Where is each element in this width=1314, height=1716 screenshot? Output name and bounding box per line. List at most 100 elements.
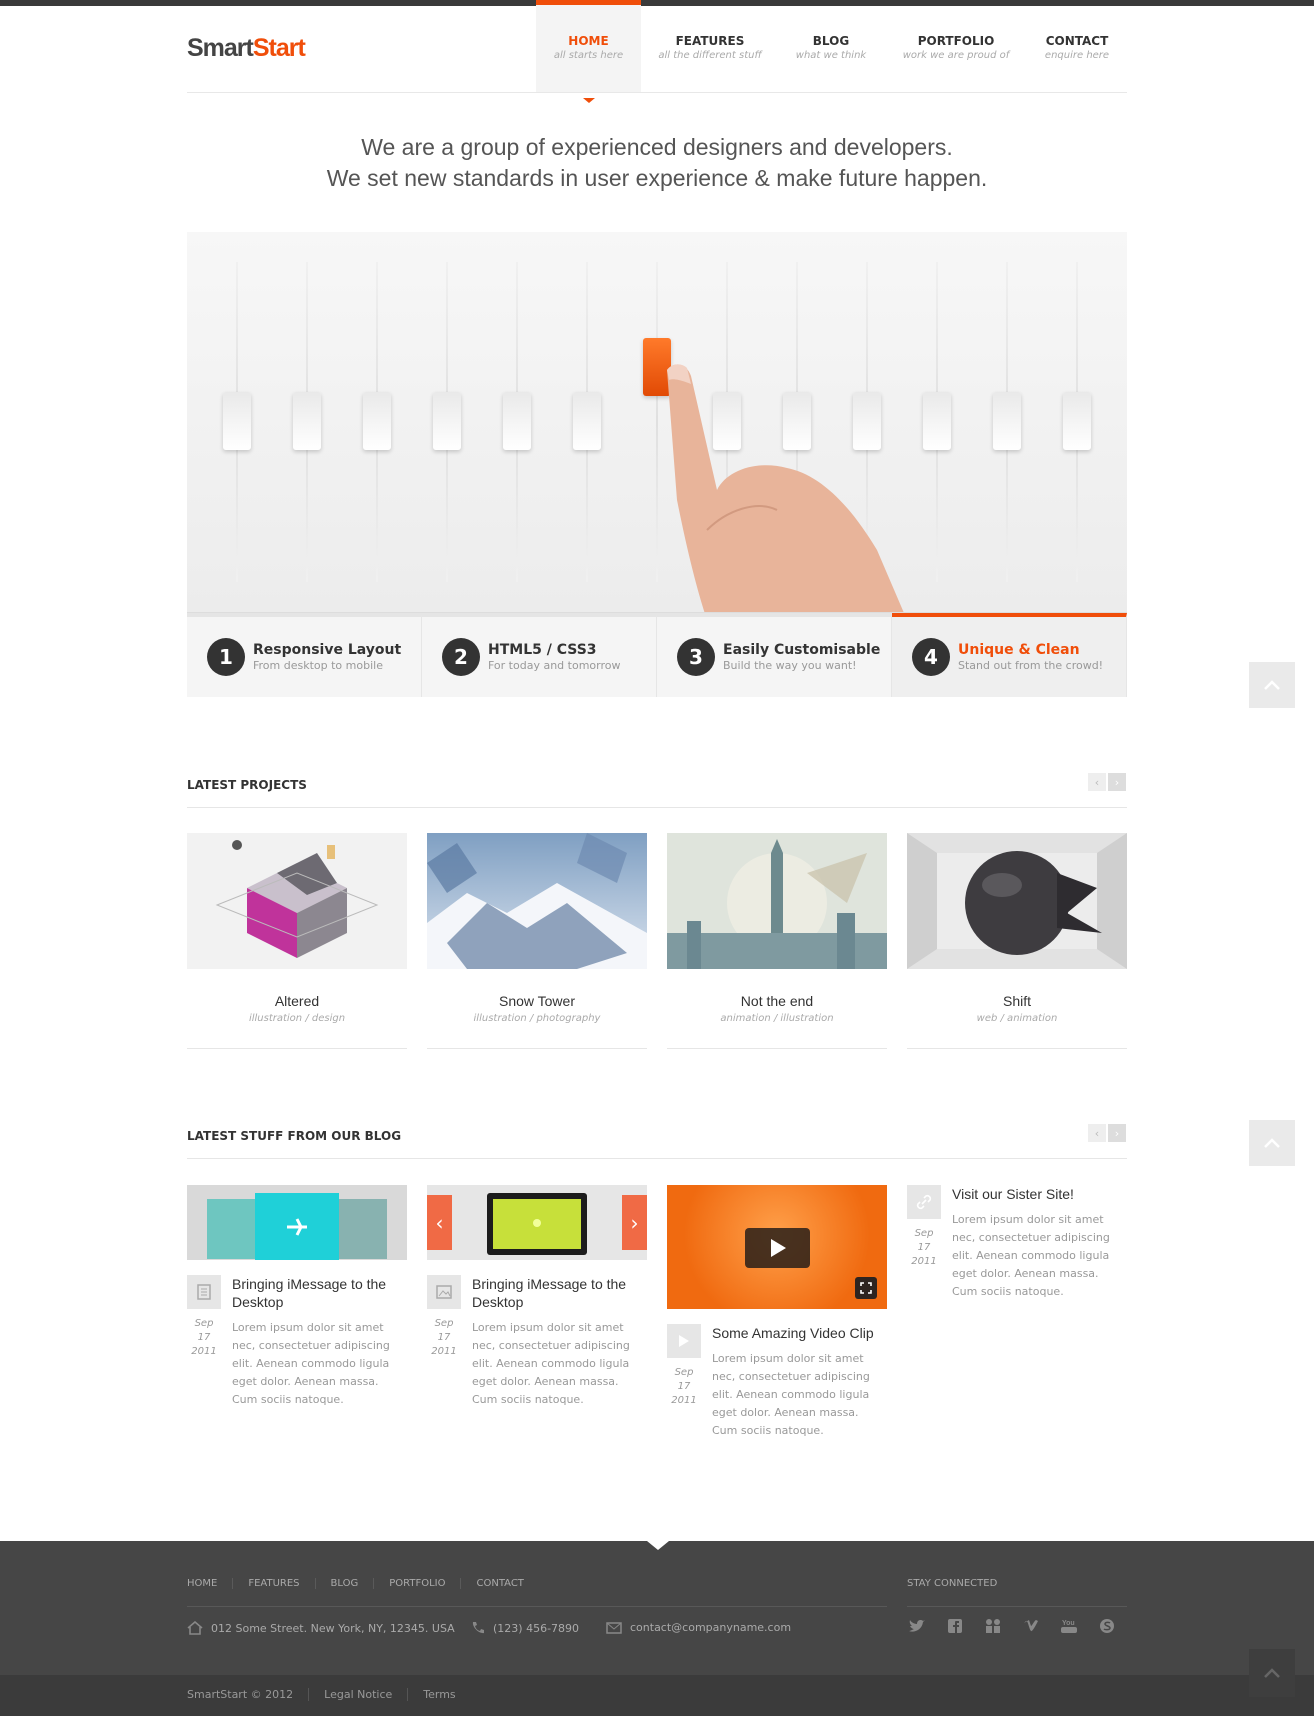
play-icon[interactable]: [745, 1228, 810, 1268]
header-divider: [187, 92, 1127, 93]
stay-connected-title: STAY CONNECTED: [907, 1578, 998, 1589]
svg-text:You: You: [1062, 1620, 1075, 1627]
post-excerpt: Lorem ipsum dolor sit amet nec, consecte…: [712, 1352, 870, 1437]
facebook-icon[interactable]: [945, 1616, 965, 1636]
back-to-top-button[interactable]: [1249, 662, 1295, 708]
project-card[interactable]: Shift web / animation: [907, 833, 1127, 1049]
legal-notice-link[interactable]: Legal Notice: [308, 1688, 407, 1701]
feature-title: Unique & Clean: [958, 642, 1080, 658]
post-date-year: 2011: [911, 1256, 937, 1267]
flickr-icon[interactable]: [983, 1616, 1003, 1636]
nav-item-contact[interactable]: CONTACT enquire here: [1029, 0, 1125, 93]
fader-knob: [503, 392, 531, 450]
nav-sub: enquire here: [1044, 50, 1110, 61]
footer-address: 012 Some Street. New York, NY, 12345. US…: [187, 1621, 455, 1635]
social-icons: You: [907, 1616, 1117, 1636]
footer-divider: [907, 1606, 1127, 1607]
project-image-altered: [187, 833, 407, 969]
projects-carousel-arrows: ‹ ›: [1088, 773, 1126, 791]
youtube-icon[interactable]: You: [1059, 1616, 1079, 1636]
nav-item-blog[interactable]: BLOG what we think: [779, 0, 883, 93]
footer-nav-contact[interactable]: CONTACT: [460, 1578, 538, 1589]
footer-nav-blog[interactable]: BLOG: [314, 1578, 374, 1589]
post-title[interactable]: Bringing iMessage to the Desktop: [232, 1275, 407, 1311]
feature-sub: From desktop to mobile: [253, 659, 383, 672]
nav-label: PORTFOLIO: [917, 34, 995, 48]
video-player[interactable]: [667, 1185, 887, 1309]
footer-phone: (123) 456-7890: [471, 1621, 579, 1635]
project-card[interactable]: Not the end animation / illustration: [667, 833, 887, 1049]
tagline-line1: We are a group of experienced designers …: [361, 134, 953, 160]
footer-nav-features[interactable]: FEATURES: [232, 1578, 314, 1589]
post-date-day: Sep 17: [194, 1318, 214, 1343]
tagline: We are a group of experienced designers …: [187, 132, 1127, 194]
chevron-up-icon: [1264, 1668, 1280, 1678]
chevron-right-icon[interactable]: ›: [622, 1195, 647, 1250]
post-date-year: 2011: [671, 1395, 697, 1406]
footer-email[interactable]: contact@companyname.com: [606, 1621, 791, 1634]
feature-tab-4[interactable]: 4 Unique & Clean Stand out from the crowd…: [892, 613, 1127, 697]
back-to-top-button[interactable]: [1249, 1649, 1295, 1697]
feature-number: 4: [912, 638, 950, 676]
terms-link[interactable]: Terms: [407, 1688, 470, 1701]
project-card[interactable]: Snow Tower illustration / photography: [427, 833, 647, 1049]
email-text[interactable]: contact@companyname.com: [630, 1621, 791, 1634]
chevron-left-icon[interactable]: ‹: [1088, 1124, 1106, 1142]
project-card[interactable]: Altered illustration / design: [187, 833, 407, 1049]
project-title: Shift: [1002, 993, 1031, 1009]
chevron-right-icon[interactable]: ›: [1108, 1124, 1126, 1142]
back-to-top-button[interactable]: [1249, 1120, 1295, 1166]
chevron-right-icon[interactable]: ›: [1108, 773, 1126, 791]
fader-knob: [433, 392, 461, 450]
chevron-left-icon[interactable]: ‹: [1088, 773, 1106, 791]
twitter-icon[interactable]: [907, 1616, 927, 1636]
fader-knob: [363, 392, 391, 450]
feature-tab-3[interactable]: 3 Easily Customisable Build the way you w…: [657, 613, 892, 697]
post-title[interactable]: Visit our Sister Site!: [952, 1185, 1127, 1203]
nav-label: CONTACT: [1045, 34, 1109, 48]
section-title-blog: LATEST STUFF FROM OUR BLOG: [187, 1129, 402, 1143]
hero-slider[interactable]: [187, 232, 1127, 616]
fullscreen-icon[interactable]: [855, 1277, 877, 1299]
post-image-gallery[interactable]: ‹ ›: [427, 1185, 647, 1260]
vimeo-icon[interactable]: [1021, 1616, 1041, 1636]
footer-nav: HOME FEATURES BLOG PORTFOLIO CONTACT: [187, 1578, 539, 1589]
nav-item-home[interactable]: HOME all starts here: [536, 0, 641, 103]
fader-knob: [293, 392, 321, 450]
nav-label: FEATURES: [675, 34, 745, 48]
post-meta: Sep 17 2011: [187, 1275, 221, 1359]
feature-number: 1: [207, 638, 245, 676]
feature-tab-1[interactable]: 1 Responsive Layout From desktop to mobil…: [187, 613, 422, 697]
footer: [0, 1541, 1314, 1675]
feature-number: 2: [442, 638, 480, 676]
project-category: illustration / photography: [473, 1013, 601, 1024]
nav-sub: what we think: [795, 50, 867, 61]
post-image[interactable]: [187, 1185, 407, 1260]
home-icon: [187, 1621, 203, 1635]
nav-label: HOME: [568, 34, 609, 48]
project-category: illustration / design: [248, 1013, 346, 1024]
post-excerpt: Lorem ipsum dolor sit amet nec, consecte…: [952, 1213, 1110, 1298]
phone-text: (123) 456-7890: [493, 1621, 580, 1635]
skype-icon[interactable]: [1097, 1616, 1117, 1636]
footer-nav-portfolio[interactable]: PORTFOLIO: [373, 1578, 460, 1589]
feature-title: Easily Customisable: [723, 642, 881, 658]
post-meta: Sep 17 2011: [427, 1275, 461, 1359]
chevron-left-icon[interactable]: ‹: [427, 1195, 452, 1250]
project-title: Altered: [274, 993, 320, 1009]
blog-post: ‹ › Sep 17 2011 Bringing iMessage to the …: [427, 1185, 647, 1406]
logo[interactable]: SmartStart: [187, 34, 306, 63]
footer-nav-home[interactable]: HOME: [187, 1578, 232, 1589]
main-nav: HOME all starts here FEATURES all the di…: [536, 0, 1125, 103]
project-category: animation / illustration: [720, 1013, 834, 1024]
copyright-text: SmartStart © 2012: [187, 1688, 294, 1701]
nav-item-features[interactable]: FEATURES all the different stuff: [641, 0, 779, 93]
post-title[interactable]: Bringing iMessage to the Desktop: [472, 1275, 647, 1311]
blog-post: Sep 17 2011 Bringing iMessage to the Desk…: [187, 1185, 407, 1406]
post-title[interactable]: Some Amazing Video Clip: [712, 1324, 887, 1342]
project-image-shift: [907, 833, 1127, 969]
section-divider: [187, 807, 1127, 808]
feature-tab-2[interactable]: 2 HTML5 / CSS3 For today and tomorrow: [422, 613, 657, 697]
nav-item-portfolio[interactable]: PORTFOLIO work we are proud of: [883, 0, 1029, 93]
project-title: Not the end: [740, 993, 814, 1009]
